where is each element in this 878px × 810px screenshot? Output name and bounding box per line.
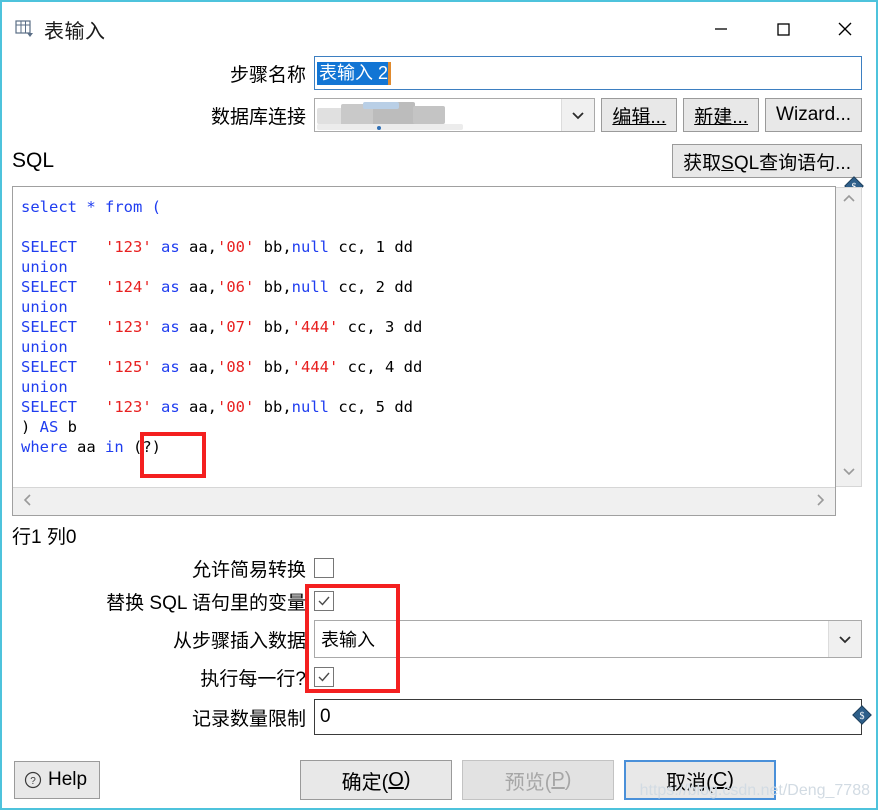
horizontal-scrollbar[interactable]	[13, 487, 835, 515]
execute-each-row-checkbox[interactable]	[314, 667, 334, 687]
redaction-blocks	[317, 102, 467, 130]
connection-row: 数据库连接 编辑... 新建... Wizard...	[16, 98, 862, 132]
help-button[interactable]: ? Help	[14, 761, 101, 799]
limit-input[interactable]: 0	[314, 699, 862, 735]
connection-value	[315, 99, 561, 131]
sql-editor[interactable]: select * from ( SELECT '123' as aa,'00' …	[12, 186, 836, 516]
help-label: Help	[48, 769, 88, 790]
scroll-left-icon[interactable]	[21, 492, 35, 512]
wizard-button[interactable]: Wizard...	[765, 98, 862, 132]
step-name-row: 步骤名称 表输入 2	[16, 56, 862, 90]
table-input-icon	[14, 18, 36, 40]
question-mark-icon: ?	[23, 770, 43, 790]
connection-label: 数据库连接	[210, 106, 306, 128]
watermark: https://blog.csdn.net/Deng_7788	[639, 782, 870, 799]
preview-button: 预览(P)	[462, 760, 615, 800]
maximize-icon[interactable]	[752, 8, 814, 50]
vertical-scrollbar[interactable]	[836, 187, 862, 487]
variable-dollar-icon: $	[852, 705, 872, 729]
caret-position-status: 行1 列0	[12, 527, 77, 548]
insert-from-step-row: 从步骤插入数据 表输入	[16, 619, 862, 659]
table-input-dialog: 表输入 步骤名称 表输入 2 数据库连接 编辑... 新建... Wizard.…	[0, 0, 878, 810]
allow-lazy-row: 允许简易转换	[16, 553, 862, 583]
allow-lazy-label: 允许简易转换	[191, 559, 306, 581]
window-title: 表输入	[44, 20, 106, 43]
ok-button[interactable]: 确定(O)	[300, 760, 453, 800]
step-name-value: 表输入 2	[317, 62, 392, 85]
new-connection-button[interactable]: 新建...	[683, 98, 760, 132]
sql-code[interactable]: select * from ( SELECT '123' as aa,'00' …	[13, 187, 835, 487]
options-area: 允许简易转换 替换 SQL 语句里的变量 从步骤插入数据 表输入 执行每一行?	[2, 553, 876, 739]
scroll-right-icon[interactable]	[813, 492, 827, 512]
check-icon	[318, 596, 330, 606]
form-area: 步骤名称 表输入 2 数据库连接 编辑... 新建... Wizard...	[2, 56, 876, 140]
edit-connection-button[interactable]: 编辑...	[601, 98, 678, 132]
check-icon	[318, 672, 330, 682]
sql-editor-wrap: $ select * from ( SELECT '123' as aa,'00…	[12, 176, 864, 516]
scroll-down-icon[interactable]	[841, 464, 857, 482]
connection-combo[interactable]	[314, 98, 596, 132]
chevron-down-icon[interactable]	[828, 621, 861, 657]
replace-vars-checkbox[interactable]	[314, 591, 334, 611]
allow-lazy-checkbox[interactable]	[314, 558, 334, 578]
sql-header: SQL 获取SQL查询语句...	[2, 140, 876, 182]
sql-section-title: SQL	[12, 149, 55, 172]
minimize-icon[interactable]	[690, 8, 752, 50]
insert-from-step-value: 表输入	[321, 630, 375, 650]
scroll-up-icon[interactable]	[841, 192, 857, 210]
svg-text:$: $	[860, 711, 865, 722]
insert-from-step-combo[interactable]: 表输入	[314, 620, 862, 658]
get-sql-query-label: 获取SQL查询语句...	[683, 152, 851, 174]
step-name-label: 步骤名称	[229, 64, 306, 86]
insert-from-step-label: 从步骤插入数据	[172, 630, 306, 652]
execute-each-row-row: 执行每一行?	[16, 662, 862, 692]
replace-vars-row: 替换 SQL 语句里的变量	[16, 586, 862, 616]
limit-label: 记录数量限制	[191, 708, 306, 730]
close-icon[interactable]	[814, 8, 876, 50]
title-bar: 表输入	[2, 2, 876, 56]
execute-each-row-label: 执行每一行?	[200, 668, 306, 690]
replace-vars-label: 替换 SQL 语句里的变量	[106, 592, 306, 614]
chevron-down-icon[interactable]	[561, 99, 595, 131]
get-sql-query-button[interactable]: 获取SQL查询语句...	[672, 144, 862, 178]
footer: ? Help 确定(O) 预览(P) 取消(C) https://blog.cs…	[2, 754, 876, 808]
svg-text:?: ?	[30, 776, 36, 787]
step-name-input[interactable]: 表输入 2	[314, 56, 862, 90]
limit-row: 记录数量限制 0 $	[16, 698, 872, 736]
limit-value: 0	[320, 706, 331, 727]
